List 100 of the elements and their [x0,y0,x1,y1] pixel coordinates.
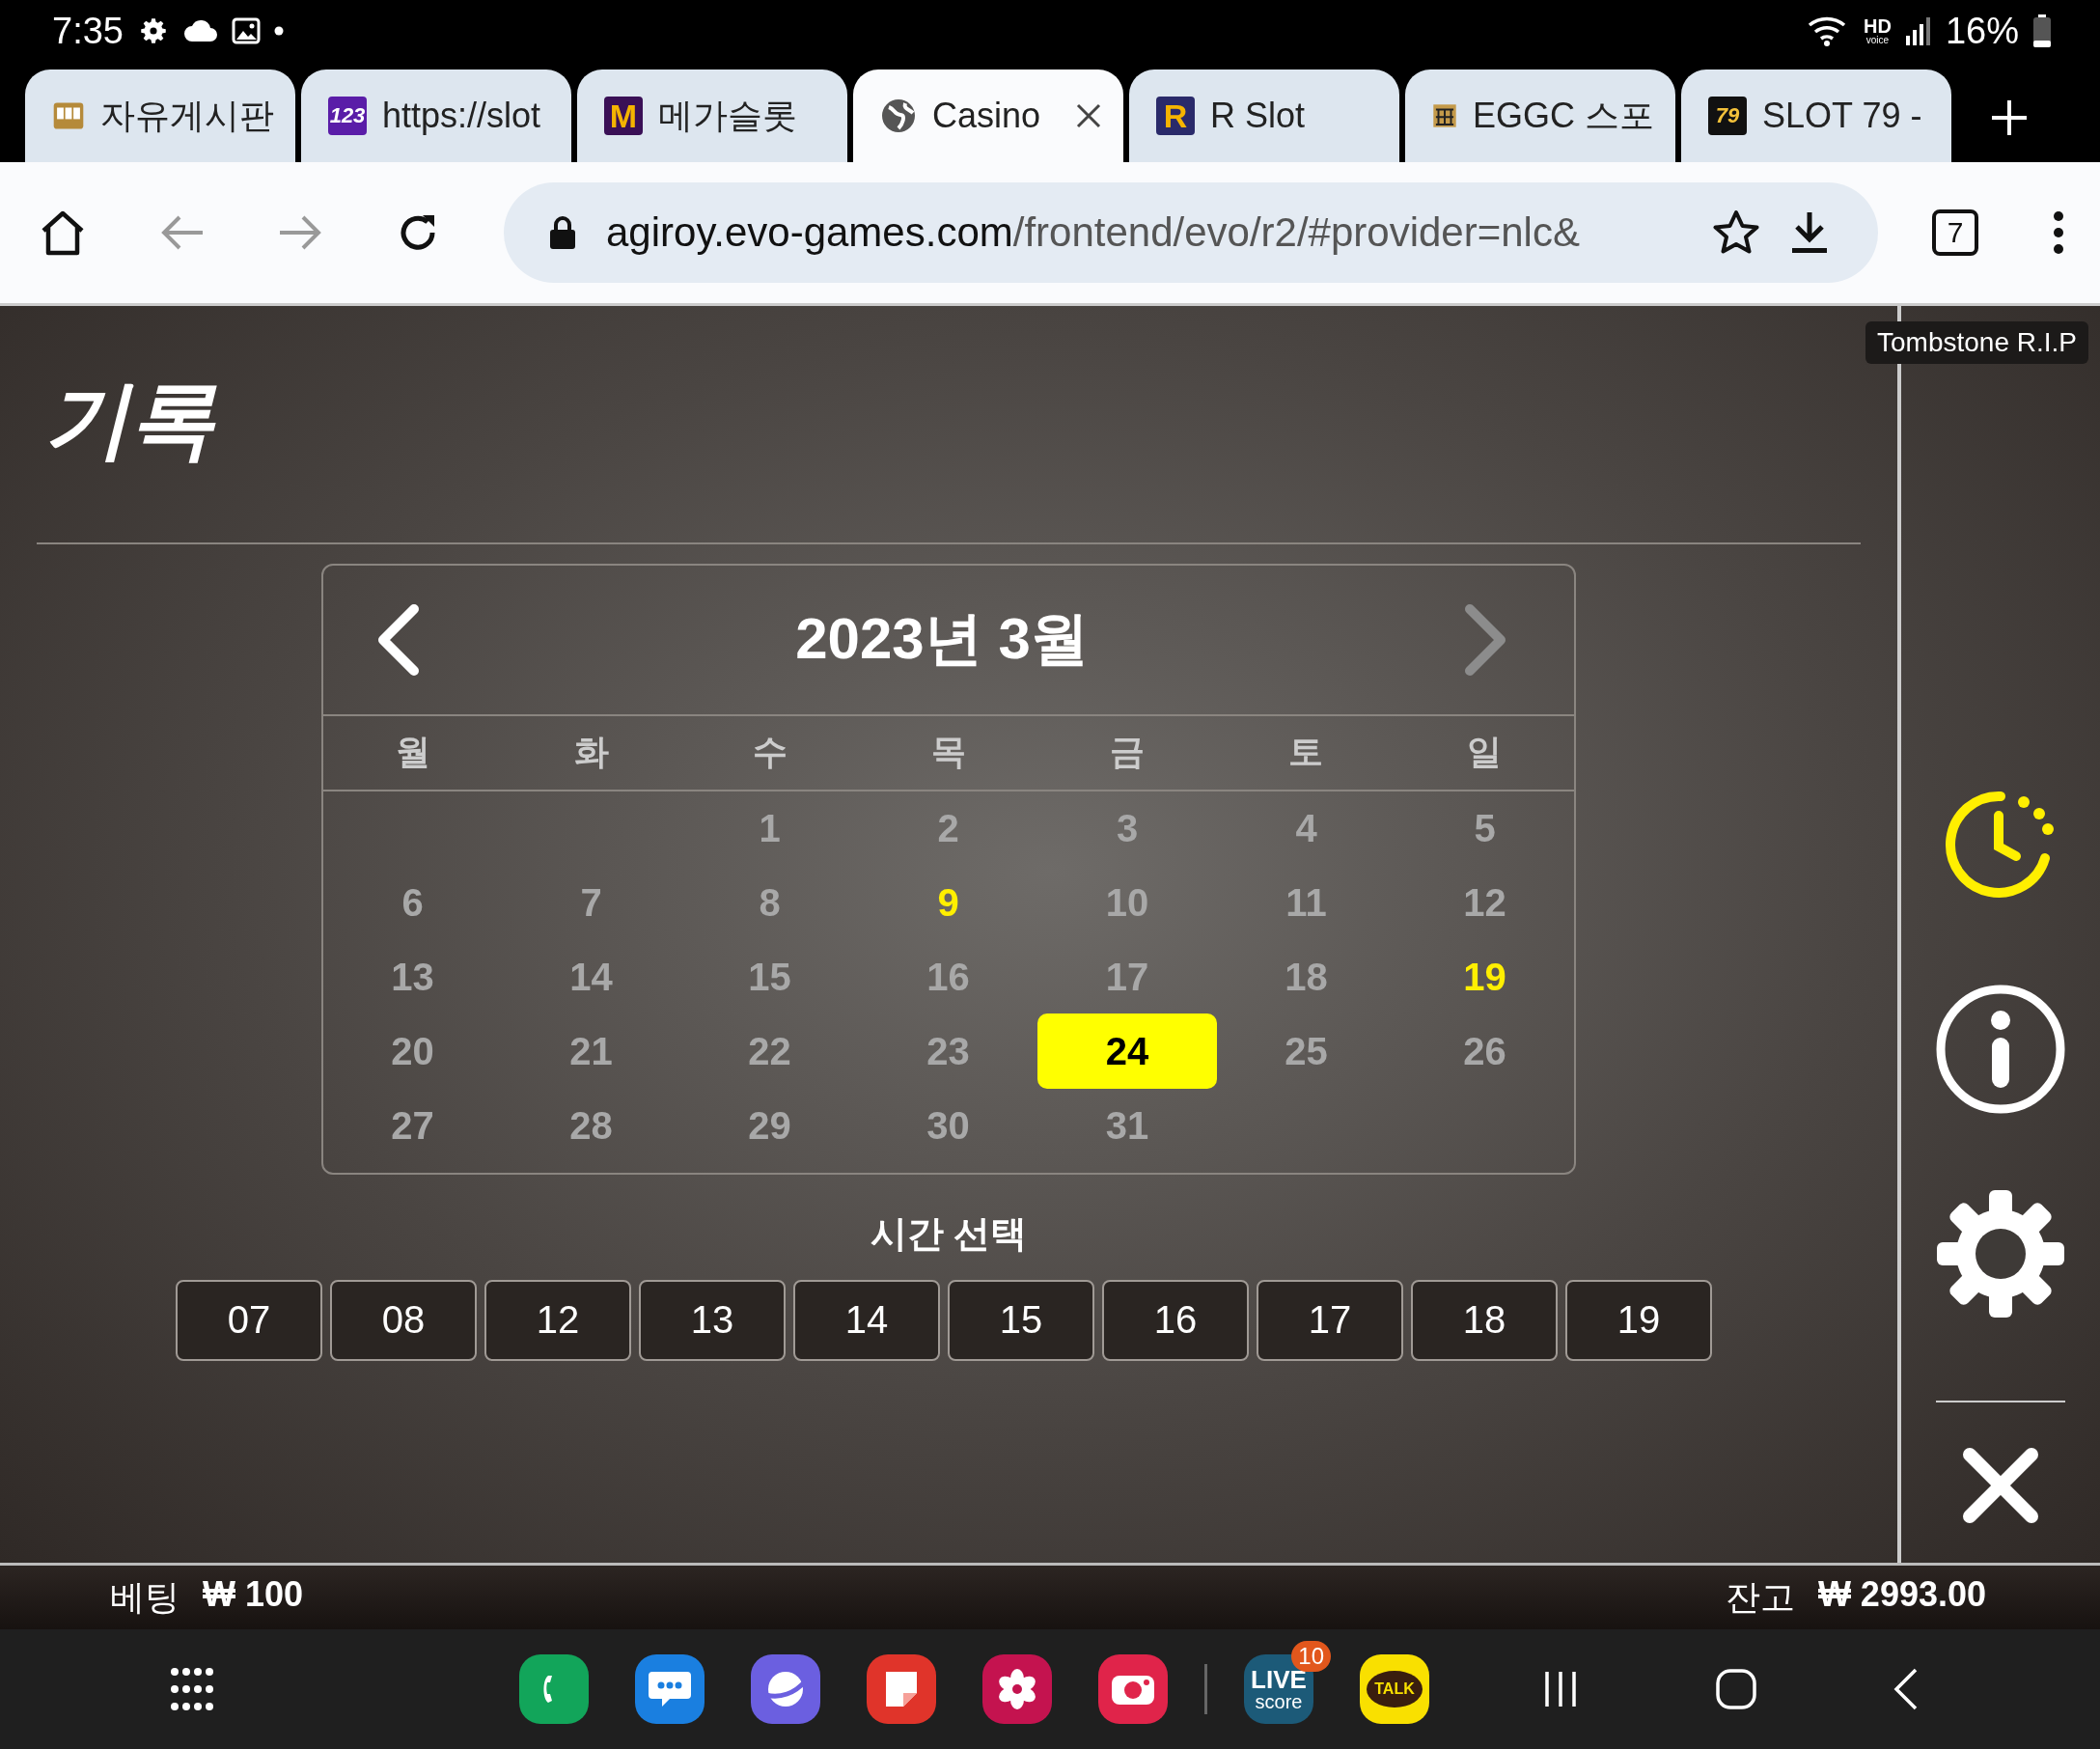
app-icon[interactable] [1098,1654,1168,1724]
hour-button[interactable]: 19 [1565,1279,1712,1361]
balance-label: 잔고 [1725,1575,1795,1619]
signal-icon [1904,16,1932,45]
calendar-day[interactable]: 7 [580,880,602,925]
calendar-day[interactable]: 26 [1463,1029,1506,1073]
favicon: 79 [1708,97,1747,135]
weekday-label: 수 [751,731,788,774]
calendar-day[interactable]: 16 [926,955,970,999]
back-icon[interactable] [1893,1667,1920,1711]
globe-icon [880,97,917,134]
calendar-day[interactable]: 3 [1116,806,1139,850]
calendar-day[interactable]: 5 [1474,806,1496,850]
calendar-day[interactable]: 31 [1105,1103,1149,1148]
calendar-day[interactable]: 4 [1295,806,1317,850]
game-title-badge: Tombstone R.I.P [1865,321,2088,364]
calendar-day[interactable]: 30 [926,1103,970,1148]
calendar-day[interactable]: 2 [937,806,959,850]
bet-amount: ₩ 100 [203,1573,304,1616]
weekday-label: 금 [1109,731,1147,774]
image-icon [231,17,261,44]
weekday-label: 월 [394,731,431,774]
hour-button[interactable]: 15 [948,1279,1094,1361]
hour-button[interactable]: 07 [176,1279,322,1361]
calendar-day[interactable]: 21 [569,1029,613,1073]
app-icon[interactable] [867,1654,936,1724]
browser-tab[interactable]: R R Slot [1129,69,1399,162]
tab-count-button[interactable]: 7 [1932,209,1978,256]
hour-button[interactable]: 08 [330,1279,477,1361]
calendar-day[interactable]: 1 [759,806,781,850]
app-icon[interactable] [519,1654,589,1724]
time-select-label: 시간 선택 [870,1211,1028,1256]
back-arrow-icon[interactable] [160,213,205,252]
new-tab-icon[interactable] [1990,98,2029,137]
clock-time: 7:35 [52,10,124,52]
hour-button[interactable]: 17 [1257,1279,1403,1361]
calendar-day[interactable]: 25 [1285,1029,1328,1073]
calendar-day[interactable]: 29 [748,1103,791,1148]
app-icon[interactable] [635,1654,705,1724]
voice-label: voice [1865,36,1890,45]
calendar-day[interactable]: 9 [937,880,959,925]
browser-tab[interactable]: Casino [853,69,1123,162]
weekday-label: 화 [572,731,610,774]
calendar-day[interactable]: 8 [759,880,781,925]
weekday-label: 토 [1287,731,1325,774]
favicon: R [1156,97,1195,135]
home-button-icon[interactable] [1715,1668,1757,1710]
hour-button[interactable]: 14 [793,1279,940,1361]
calendar-day[interactable]: 20 [391,1029,434,1073]
weekday-label: 일 [1466,731,1504,774]
hd-label: HD [1864,16,1892,36]
browser-tab[interactable]: 79 SLOT 79 - [1681,69,1951,162]
dot-icon [273,26,284,36]
hour-button[interactable]: 12 [484,1279,631,1361]
battery-icon [2032,14,2052,47]
app-icon[interactable] [982,1654,1052,1724]
info-icon[interactable] [1935,984,2066,1115]
favicon: 123 [328,97,367,135]
calendar-day[interactable]: 17 [1105,955,1149,999]
calendar-day[interactable]: 13 [391,955,434,999]
calendar-day[interactable]: 28 [569,1103,613,1148]
app-icon[interactable] [751,1654,820,1724]
calendar-day[interactable]: 24 [1037,1013,1217,1090]
calendar-day[interactable]: 15 [748,955,791,999]
calendar-day[interactable]: 18 [1285,955,1328,999]
calendar-day[interactable]: 11 [1285,880,1327,925]
bet-label: 베팅 [110,1575,180,1619]
close-icon[interactable] [1075,102,1102,129]
app-icon[interactable]: TALK [1360,1654,1429,1724]
notification-badge: 10 [1291,1641,1331,1672]
download-icon[interactable] [1789,210,1830,255]
hour-button[interactable]: 16 [1102,1279,1249,1361]
balance-amount: ₩ 2993.00 [1817,1573,1986,1616]
battery-percent: 16% [1945,10,2019,52]
month-title: 2023년 3월 [795,605,1089,674]
hour-button[interactable]: 13 [639,1279,786,1361]
calendar-day[interactable]: 12 [1463,880,1506,925]
calendar-day[interactable]: 23 [926,1029,970,1073]
browser-tab[interactable]: 123 https://slot [301,69,571,162]
calendar-day[interactable]: 10 [1105,880,1149,925]
browser-tab[interactable]: 자유게시판 [25,69,295,162]
settings-icon[interactable] [1935,1188,2066,1319]
calendar-day[interactable]: 6 [401,880,424,925]
previous-month-icon[interactable] [375,602,422,677]
calendar-day[interactable]: 22 [748,1029,791,1073]
app-drawer-icon[interactable] [170,1667,214,1711]
calendar-day[interactable]: 14 [569,955,613,999]
calendar-day[interactable]: 27 [391,1103,434,1148]
star-icon[interactable] [1712,209,1760,256]
address-field[interactable]: agiroy.evo-games.com/frontend/evo/r2/#provider=nlc& [504,182,1878,283]
lock-icon [548,215,577,250]
browser-tab[interactable]: EGGC 스포 [1405,69,1675,162]
weekday-label: 목 [930,731,967,774]
favicon: M [604,97,643,135]
forward-arrow-icon[interactable] [278,213,322,252]
hour-button[interactable]: 18 [1411,1279,1558,1361]
calendar-day[interactable]: 19 [1463,955,1506,999]
more-menu-icon[interactable] [2052,210,2065,255]
cloud-icon [182,18,218,43]
browser-tab[interactable]: M 메가슬롯 [577,69,847,162]
